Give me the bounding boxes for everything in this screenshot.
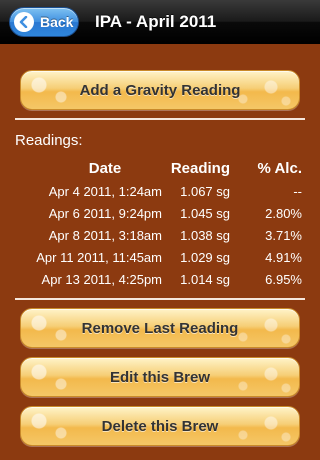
back-button[interactable]: Back	[9, 7, 79, 37]
add-gravity-reading-button[interactable]: Add a Gravity Reading	[20, 70, 300, 110]
table-header-row: Date Reading % Alc.	[30, 156, 302, 180]
navigation-bar: Back IPA - April 2011	[0, 0, 320, 44]
reading-alcohol: 4.91%	[265, 249, 302, 265]
reading-date: Apr 4 2011, 1:24am	[48, 183, 162, 199]
divider-top	[15, 118, 305, 120]
table-row: Apr 8 2011, 3:18am 1.038 sg 3.71%	[30, 224, 302, 246]
table-row: Apr 11 2011, 11:45am 1.029 sg 4.91%	[30, 246, 302, 268]
table-row: Apr 4 2011, 1:24am 1.067 sg --	[30, 180, 302, 202]
table-row: Apr 6 2011, 9:24pm 1.045 sg 2.80%	[30, 202, 302, 224]
edit-brew-button[interactable]: Edit this Brew	[20, 357, 300, 397]
back-button-label: Back	[40, 14, 74, 30]
reading-alcohol: 2.80%	[265, 205, 302, 221]
reading-gravity: 1.045 sg	[180, 205, 230, 221]
reading-date: Apr 6 2011, 9:24pm	[48, 205, 162, 221]
delete-brew-button[interactable]: Delete this Brew	[20, 406, 300, 446]
readings-label: Readings:	[15, 132, 83, 149]
header-alcohol: % Alc.	[257, 159, 302, 177]
divider-bottom	[15, 298, 305, 300]
chevron-left-icon	[14, 12, 34, 32]
reading-gravity: 1.067 sg	[180, 183, 230, 199]
header-reading: Reading	[170, 159, 230, 177]
reading-alcohol: 3.71%	[265, 227, 302, 243]
reading-alcohol: 6.95%	[265, 271, 302, 287]
readings-table: Date Reading % Alc. Apr 4 2011, 1:24am 1…	[30, 156, 302, 290]
remove-last-reading-button[interactable]: Remove Last Reading	[20, 308, 300, 348]
reading-date: Apr 13 2011, 4:25pm	[41, 271, 162, 287]
reading-date: Apr 11 2011, 11:45am	[36, 249, 162, 265]
reading-gravity: 1.029 sg	[180, 249, 230, 265]
table-row: Apr 13 2011, 4:25pm 1.014 sg 6.95%	[30, 268, 302, 290]
brew-detail-content: Add a Gravity Reading Readings: Date Rea…	[0, 44, 320, 460]
reading-gravity: 1.038 sg	[180, 227, 230, 243]
header-date: Date	[88, 159, 122, 177]
reading-alcohol: --	[293, 183, 302, 199]
page-title: IPA - April 2011	[95, 12, 217, 31]
reading-gravity: 1.014 sg	[180, 271, 230, 287]
reading-date: Apr 8 2011, 3:18am	[48, 227, 162, 243]
